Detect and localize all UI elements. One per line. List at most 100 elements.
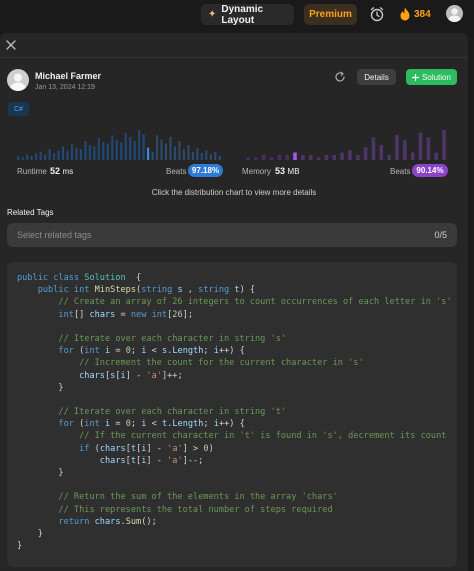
distribution-bar[interactable] — [44, 154, 47, 160]
distribution-bar[interactable] — [21, 157, 24, 160]
distribution-bar[interactable] — [97, 138, 100, 160]
distribution-bar[interactable] — [70, 143, 73, 160]
distribution-bar[interactable] — [301, 155, 305, 160]
memory-distribution-chart[interactable] — [244, 128, 448, 160]
premium-button[interactable]: Premium — [304, 4, 357, 25]
distribution-bar[interactable] — [35, 153, 38, 160]
distribution-bar[interactable] — [403, 140, 407, 160]
distribution-bar[interactable] — [160, 139, 163, 160]
distribution-bar[interactable] — [133, 140, 136, 160]
distribution-bar[interactable] — [115, 139, 118, 160]
distribution-bar[interactable] — [187, 145, 190, 160]
distribution-bar[interactable] — [48, 149, 51, 160]
distribution-bar[interactable] — [196, 147, 199, 160]
distribution-bar[interactable] — [191, 151, 194, 160]
distribution-bar[interactable] — [57, 150, 60, 160]
dynamic-layout-button[interactable]: ✦ Dynamic Layout — [201, 4, 294, 26]
distribution-bar[interactable] — [169, 136, 172, 160]
distribution-bar[interactable] — [205, 150, 208, 160]
distribution-bar[interactable] — [246, 157, 250, 161]
tags-count: 0/5 — [434, 230, 447, 240]
distribution-bar[interactable] — [39, 151, 42, 160]
runtime-distribution-chart[interactable] — [16, 128, 222, 160]
profile-avatar[interactable] — [446, 5, 463, 22]
distribution-bar[interactable] — [17, 155, 20, 160]
close-icon[interactable] — [6, 40, 16, 50]
code-block[interactable]: public class Solution { public int MinSt… — [7, 262, 457, 567]
alarm-clock-icon[interactable] — [369, 6, 385, 22]
distribution-bar[interactable] — [53, 153, 56, 160]
distribution-bar[interactable] — [138, 130, 141, 160]
distribution-bar[interactable] — [182, 149, 185, 160]
author-name[interactable]: Michael Farmer — [35, 71, 101, 81]
distribution-bar[interactable] — [277, 155, 282, 160]
memory-beats-badge: 90.14% — [412, 164, 448, 177]
distribution-bar[interactable] — [379, 145, 384, 160]
distribution-bar[interactable] — [106, 143, 109, 160]
distribution-bar[interactable] — [387, 155, 391, 160]
distribution-bar[interactable] — [151, 151, 154, 160]
distribution-bar[interactable] — [200, 153, 203, 160]
distribution-bar[interactable] — [340, 152, 344, 161]
distribution-bar[interactable] — [209, 154, 212, 160]
distribution-bar[interactable] — [426, 137, 431, 161]
related-tags-input[interactable] — [17, 230, 435, 240]
distribution-bar[interactable] — [88, 145, 91, 160]
distribution-bar[interactable] — [66, 150, 69, 160]
distribution-bar[interactable] — [147, 147, 150, 160]
distribution-bar[interactable] — [111, 135, 114, 160]
related-tags-field[interactable]: 0/5 — [7, 223, 457, 247]
distribution-bar[interactable] — [178, 140, 181, 160]
user-silhouette-icon — [10, 73, 26, 91]
code-line: // Iterate over each character in string… — [58, 407, 287, 418]
distribution-bar[interactable] — [129, 136, 132, 160]
distribution-bar[interactable] — [30, 155, 33, 160]
distribution-bar[interactable] — [165, 143, 168, 160]
submission-date: Jan 13, 2024 12:19 — [35, 84, 95, 91]
distribution-bar[interactable] — [261, 155, 266, 160]
distribution-bar[interactable] — [124, 132, 127, 160]
distribution-bar[interactable] — [395, 135, 399, 160]
runtime-label: Runtime — [17, 167, 47, 176]
distribution-bar[interactable] — [214, 151, 217, 160]
distribution-bar[interactable] — [26, 154, 29, 160]
distribution-bar[interactable] — [285, 155, 289, 160]
distribution-bar[interactable] — [142, 134, 145, 160]
distribution-bar[interactable] — [75, 147, 78, 160]
distribution-bar[interactable] — [363, 147, 368, 161]
distribution-bar[interactable] — [102, 142, 105, 160]
distribution-bar[interactable] — [434, 152, 438, 161]
code-line: for (int i = 0; i < t.Length; i++) { — [58, 419, 245, 430]
streak-counter[interactable]: 384 — [399, 6, 431, 22]
refresh-icon[interactable] — [334, 71, 346, 83]
distribution-bar[interactable] — [218, 155, 221, 160]
distribution-bar[interactable] — [269, 157, 274, 161]
distribution-bar[interactable] — [62, 146, 65, 160]
distribution-bar[interactable] — [316, 157, 321, 161]
distribution-bar[interactable] — [293, 152, 297, 161]
distribution-bar[interactable] — [324, 155, 329, 160]
distribution-bar[interactable] — [308, 155, 313, 160]
details-button[interactable]: Details — [357, 69, 396, 85]
code-line: // This represents the total number of s… — [58, 504, 333, 515]
distribution-bar[interactable] — [410, 152, 415, 161]
distribution-bar[interactable] — [418, 132, 423, 161]
author-avatar[interactable] — [7, 69, 29, 91]
distribution-bar[interactable] — [356, 155, 360, 160]
distribution-bar[interactable] — [371, 137, 376, 161]
solution-button[interactable]: Solution — [406, 69, 457, 85]
distribution-bar[interactable] — [173, 146, 176, 160]
distribution-bar[interactable] — [120, 142, 123, 160]
distribution-hint: Click the distribution chart to view mor… — [151, 188, 317, 197]
distribution-bar[interactable] — [84, 140, 87, 160]
language-tag: C# — [8, 102, 29, 116]
solution-label: Solution — [422, 72, 451, 82]
distribution-bar[interactable] — [79, 149, 82, 160]
distribution-bar[interactable] — [348, 150, 352, 160]
distribution-bar[interactable] — [332, 155, 336, 160]
distribution-bar[interactable] — [442, 130, 446, 160]
distribution-bar[interactable] — [156, 135, 159, 160]
distribution-bar[interactable] — [93, 146, 96, 160]
code-line: chars[s[i] - 'a']++; — [79, 370, 183, 381]
distribution-bar[interactable] — [254, 157, 258, 161]
